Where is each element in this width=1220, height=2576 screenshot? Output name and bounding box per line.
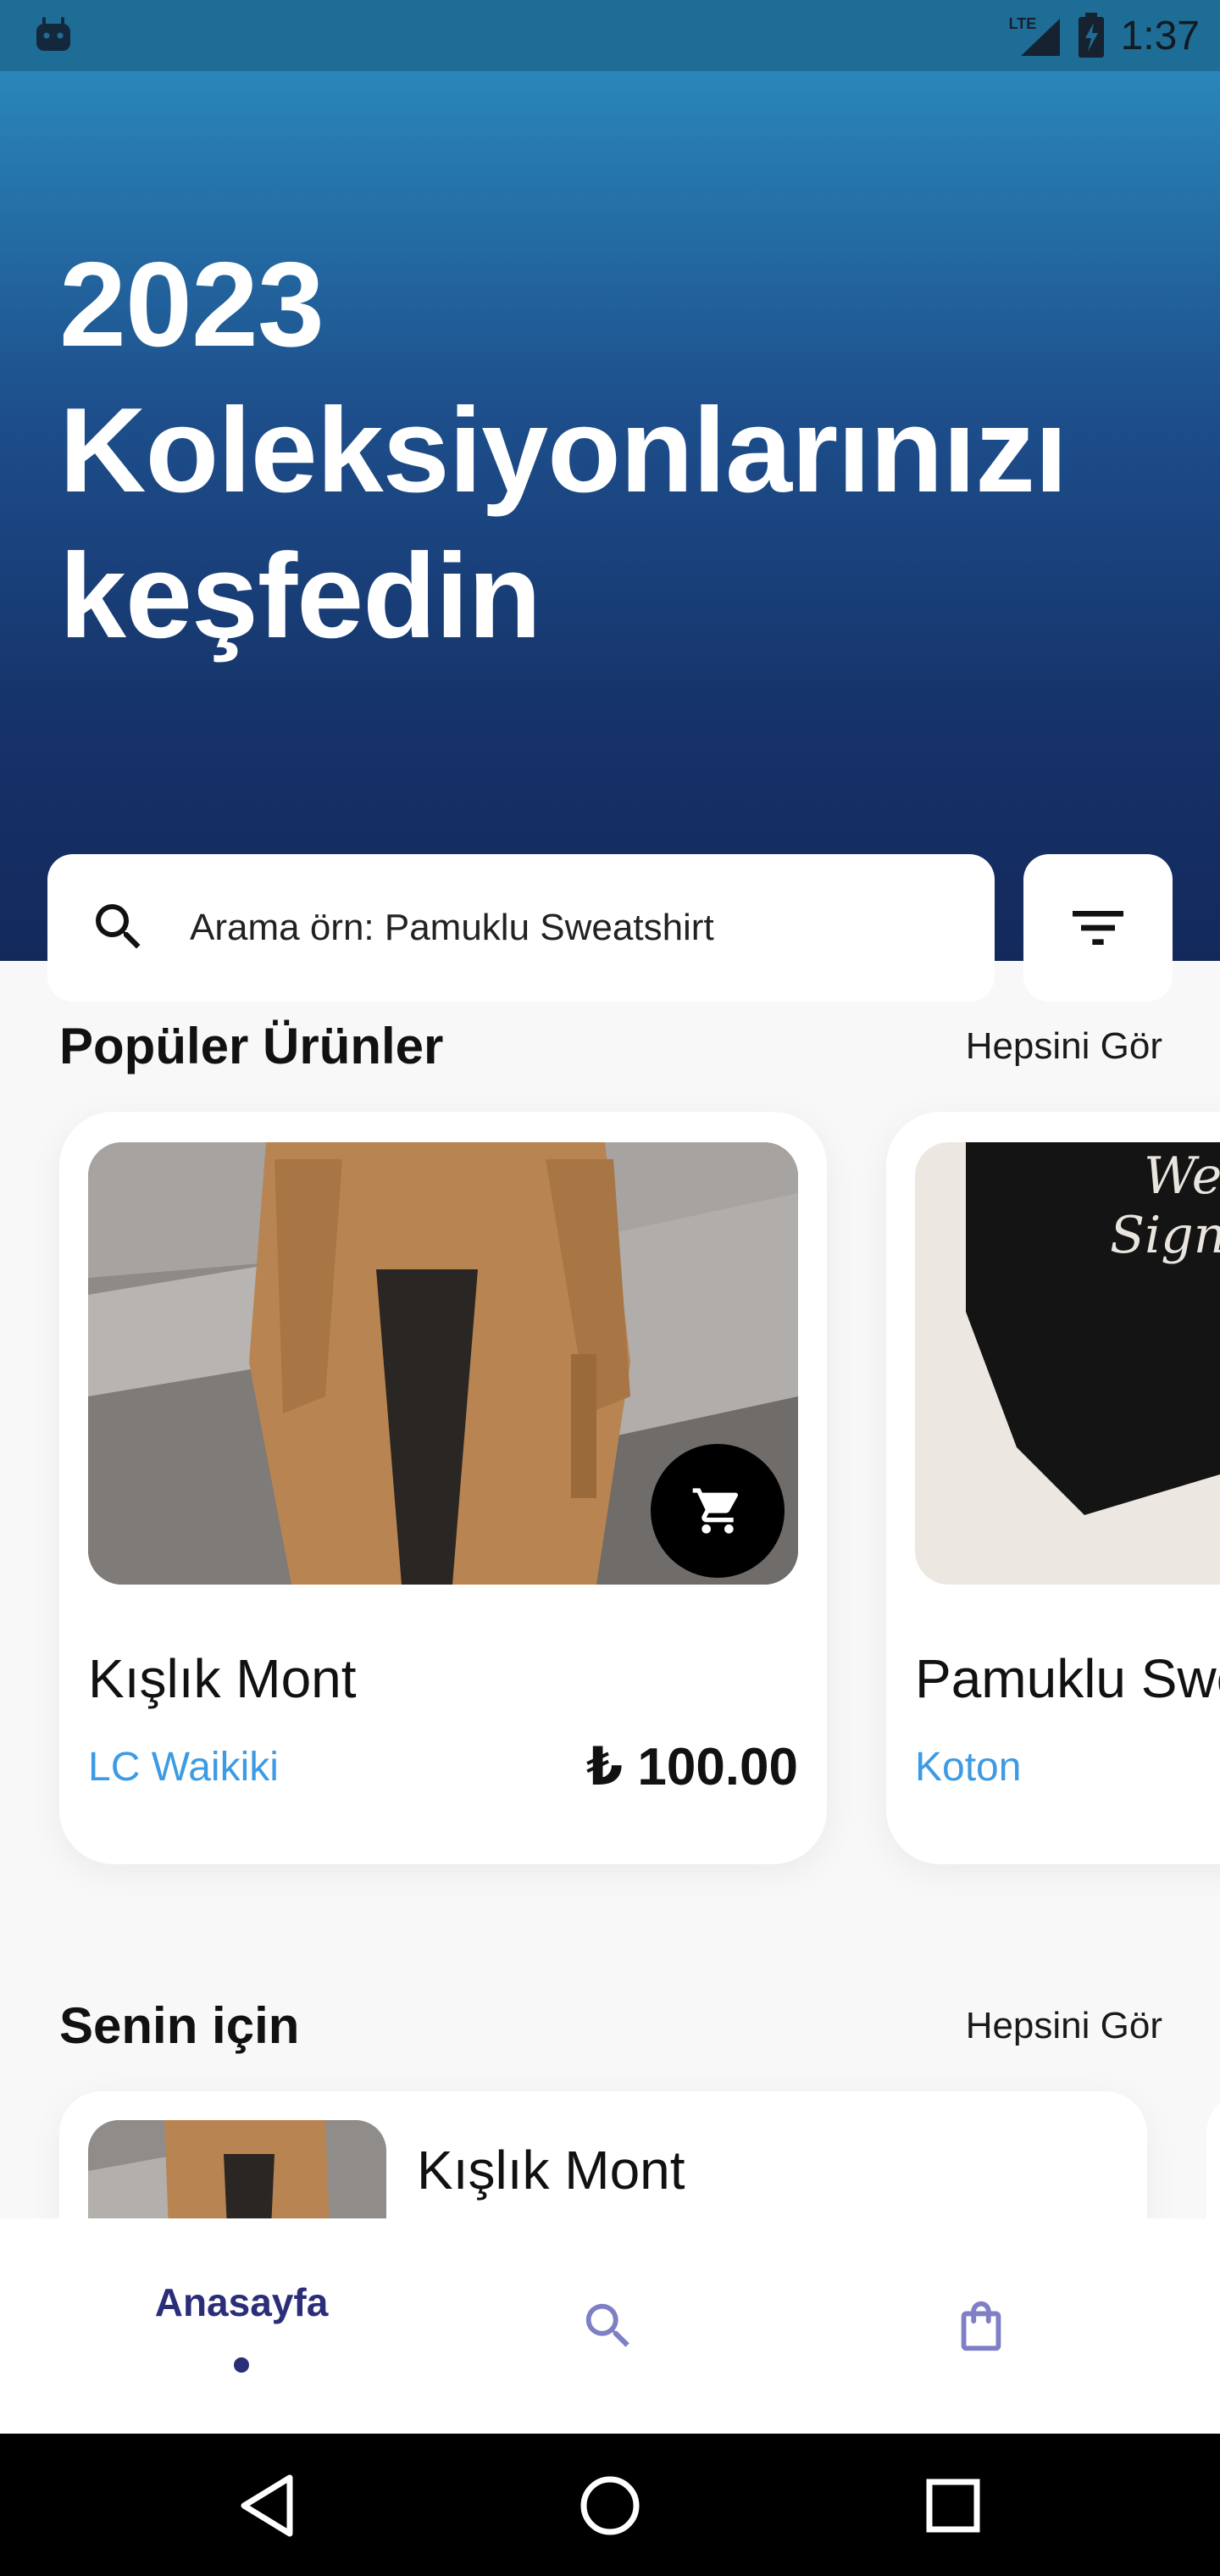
nav-cart-tab[interactable]: [856, 2218, 1106, 2434]
battery-icon: [1078, 13, 1104, 58]
product-price: ₺ 100.00: [586, 1738, 798, 1796]
filter-button[interactable]: [1023, 854, 1173, 1002]
nav-home-tab[interactable]: Anasayfa: [0, 2218, 483, 2434]
product-name: Kışlık Mont: [88, 1648, 357, 1709]
product-brand: Koton: [915, 1745, 1022, 1790]
nav-home-label: Anasayfa: [154, 2280, 329, 2324]
system-navigation-bar: [0, 2434, 1220, 2576]
home-icon[interactable]: [572, 2468, 648, 2544]
product-brand: LC Waikiki: [88, 1745, 279, 1790]
see-all-link[interactable]: Hepsini Gör: [966, 2005, 1162, 2047]
hero-title-line: keşfedin: [59, 529, 541, 663]
add-to-cart-button[interactable]: [651, 1444, 785, 1578]
hero-title-line: Koleksiyonlarınızı: [59, 383, 1068, 518]
active-indicator: [234, 2357, 249, 2373]
popular-section-header: Popüler Ürünler Hepsini Gör: [59, 1017, 1162, 1075]
filter-icon: [1073, 911, 1123, 945]
search-input[interactable]: [190, 888, 952, 968]
nav-search-tab[interactable]: [483, 2218, 734, 2434]
hero-title: 2023 Koleksiyonlarınızı keşfedin: [59, 232, 1161, 669]
see-all-link[interactable]: Hepsini Gör: [966, 1025, 1162, 1068]
svg-text:Sign: Sign: [1110, 1206, 1220, 1265]
app-screen: LTE 1:37 2023 Koleksiyonlarınızı keşfedi…: [0, 0, 1220, 2576]
product-image: We Sign: [915, 1142, 1220, 1585]
svg-text:We: We: [1144, 1146, 1220, 1206]
cart-icon: [692, 1488, 739, 1534]
bottom-navigation: Anasayfa: [0, 2218, 1220, 2434]
product-card[interactable]: We Sign Pamuklu Swe Koton: [886, 1112, 1220, 1864]
section-title: Senin için: [59, 1997, 300, 2054]
item-name: Kışlık Mont: [417, 2140, 685, 2201]
hero-banner: 2023 Koleksiyonlarınızı keşfedin: [0, 71, 1220, 1002]
search-icon: [585, 2303, 629, 2347]
product-card[interactable]: Kışlık Mont LC Waikiki ₺ 100.00: [59, 1112, 827, 1864]
status-bar: LTE 1:37: [0, 0, 1220, 71]
search-icon: [96, 904, 141, 949]
shopping-bag-icon: [961, 2301, 1001, 2351]
search-bar[interactable]: [47, 854, 995, 1002]
for-you-section-header: Senin için Hepsini Gör: [59, 1996, 1162, 2055]
recents-icon[interactable]: [915, 2468, 991, 2544]
android-debug-icon: [36, 17, 70, 51]
back-icon[interactable]: [230, 2468, 307, 2544]
section-title: Popüler Ürünler: [59, 1018, 444, 1074]
signal-icon: LTE: [1009, 14, 1062, 58]
status-time: 1:37: [1120, 13, 1200, 58]
hero-title-line: 2023: [59, 237, 324, 372]
product-image: [88, 1142, 798, 1585]
product-name: Pamuklu Swe: [915, 1648, 1220, 1709]
